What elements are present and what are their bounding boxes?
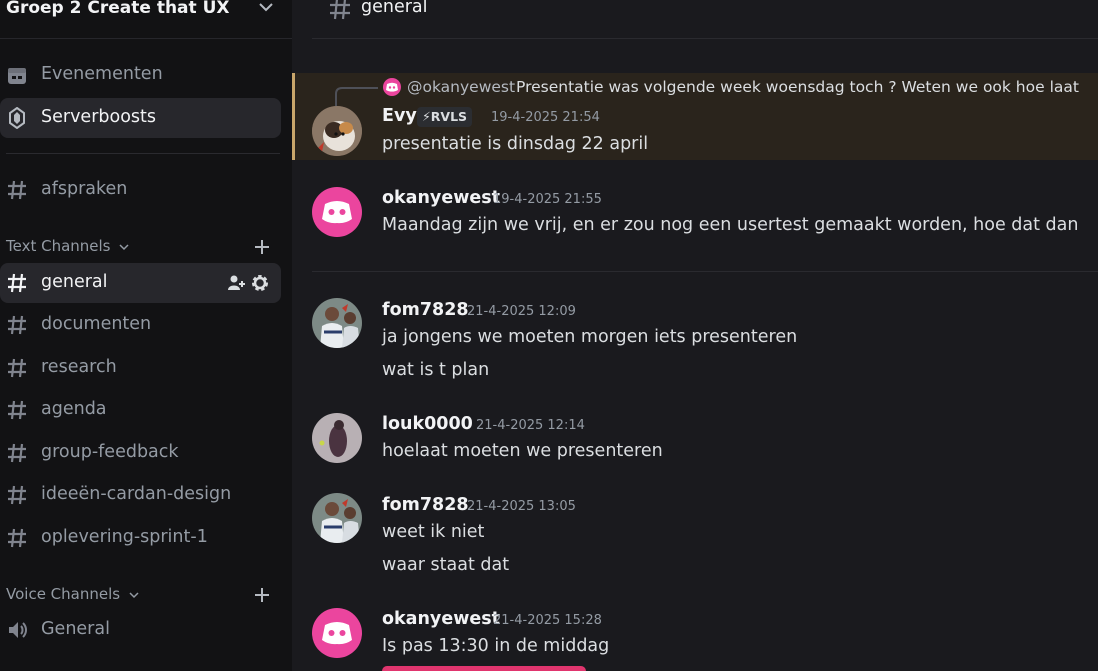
- add-channel-icon[interactable]: [252, 585, 272, 605]
- channel-name: General: [41, 619, 110, 639]
- channel-name: general: [41, 272, 108, 292]
- reply-connector: [335, 87, 378, 106]
- date-divider: [312, 271, 1098, 272]
- sidebar-item-label: Serverboosts: [41, 107, 157, 127]
- cat-avatar-icon: [312, 106, 362, 156]
- invite-user-icon[interactable]: [226, 273, 246, 293]
- channel-agenda[interactable]: agenda: [0, 390, 281, 430]
- message-author[interactable]: Evy: [382, 106, 417, 126]
- photo-avatar-icon: [312, 413, 362, 463]
- message-timestamp: 21-4-2025 13:05: [467, 499, 576, 514]
- channel-sidebar: Groep 2 Create that UX Evenementen Serve…: [0, 0, 292, 671]
- avatar[interactable]: [312, 493, 362, 543]
- hash-icon: [8, 400, 26, 420]
- channel-name: oplevering-sprint-1: [41, 527, 208, 547]
- message-timestamp: 21-4-2025 12:09: [467, 304, 576, 319]
- category-label: Voice Channels: [6, 585, 121, 603]
- avatar[interactable]: [312, 608, 362, 658]
- avatar[interactable]: [312, 187, 362, 237]
- sidebar-divider: [6, 153, 280, 154]
- hash-icon: [8, 180, 26, 200]
- sidebar-item-label: Evenementen: [41, 64, 163, 84]
- discord-logo-icon: [322, 201, 352, 224]
- gear-icon[interactable]: [250, 273, 270, 293]
- server-header[interactable]: Groep 2 Create that UX: [6, 0, 286, 22]
- calendar-icon: [8, 68, 26, 84]
- boost-gem-icon: [9, 107, 25, 129]
- message-timestamp: 19-4-2025 21:54: [491, 110, 600, 125]
- category-label: Text Channels: [6, 237, 111, 255]
- player-avatar-icon: [312, 493, 362, 543]
- role-tag[interactable]: ⚡RVLS: [417, 107, 473, 127]
- discord-logo-icon: [386, 82, 398, 92]
- chevron-down-icon: [119, 244, 129, 251]
- hash-icon: [8, 358, 26, 378]
- channel-name: ideeën-cardan-design: [41, 484, 232, 504]
- chevron-down-icon: [259, 3, 273, 12]
- message-timestamp: 19-4-2025 21:55: [493, 192, 602, 207]
- category-voice-channels[interactable]: Voice Channels: [6, 585, 282, 607]
- channel-research[interactable]: research: [0, 348, 281, 388]
- discord-logo-icon: [322, 622, 352, 645]
- channel-actions: [226, 273, 272, 293]
- player-avatar-icon: [312, 298, 362, 348]
- avatar[interactable]: [312, 413, 362, 463]
- channel-documenten[interactable]: documenten: [0, 305, 281, 345]
- message-text: wat is t plan: [382, 360, 490, 380]
- message-text: weet ik niet: [382, 522, 485, 542]
- hash-icon: [8, 273, 26, 293]
- channel-name: afspraken: [41, 179, 128, 199]
- avatar[interactable]: [312, 298, 362, 348]
- channel-title: general: [361, 0, 428, 17]
- message-text: Is pas 13:30 in de middag: [382, 636, 610, 656]
- header-divider: [0, 38, 292, 39]
- hash-icon: [8, 443, 26, 463]
- reply-avatar[interactable]: [383, 78, 401, 96]
- voice-channel-general[interactable]: General: [0, 610, 281, 650]
- message-text: waar staat dat: [382, 555, 510, 575]
- message-timestamp: 21-4-2025 12:14: [476, 418, 585, 433]
- message-text: hoelaat moeten we presenteren: [382, 441, 663, 461]
- chat-area: general @okanyewest Presentatie was volg…: [292, 0, 1098, 671]
- role-tag-label: RVLS: [430, 109, 468, 124]
- speaker-icon: [9, 622, 27, 638]
- message-text: ja jongens we moeten morgen iets present…: [382, 327, 798, 347]
- message-author[interactable]: fom7828: [382, 300, 469, 320]
- hash-icon: [330, 0, 350, 20]
- channel-general[interactable]: general: [0, 263, 281, 303]
- sidebar-item-events[interactable]: Evenementen: [0, 55, 281, 95]
- channel-name: documenten: [41, 314, 152, 334]
- channel-afspraken[interactable]: afspraken: [0, 170, 281, 210]
- message-timestamp: 21-4-2025 15:28: [493, 613, 602, 628]
- hash-icon: [8, 485, 26, 505]
- channel-oplevering-sprint-1[interactable]: oplevering-sprint-1: [0, 518, 281, 558]
- message-text: presentatie is dinsdag 22 april: [382, 134, 649, 154]
- hash-icon: [8, 315, 26, 335]
- sidebar-item-serverboosts[interactable]: Serverboosts: [0, 98, 281, 138]
- hash-icon: [8, 528, 26, 548]
- channel-group-feedback[interactable]: group-feedback: [0, 433, 281, 473]
- reply-preview[interactable]: Presentatie was volgende week woensdag t…: [516, 78, 1079, 96]
- chevron-down-icon: [129, 592, 139, 599]
- message-author[interactable]: okanyewest: [382, 188, 500, 208]
- avatar[interactable]: [312, 106, 362, 156]
- channel-name: group-feedback: [41, 442, 179, 462]
- category-text-channels[interactable]: Text Channels: [6, 237, 282, 259]
- server-name: Groep 2 Create that UX: [6, 0, 230, 18]
- channel-name: agenda: [41, 399, 107, 419]
- reply-author[interactable]: @okanyewest: [407, 78, 515, 96]
- header-divider: [312, 38, 1098, 39]
- message-author[interactable]: okanyewest: [382, 609, 500, 629]
- channel-name: research: [41, 357, 117, 377]
- embed-preview[interactable]: [382, 666, 586, 671]
- message-author[interactable]: fom7828: [382, 495, 469, 515]
- message-text: Maandag zijn we vrij, en er zou nog een …: [382, 215, 1079, 235]
- channel-ideeen-cardan-design[interactable]: ideeën-cardan-design: [0, 475, 281, 515]
- add-channel-icon[interactable]: [252, 237, 272, 257]
- message-author[interactable]: louk0000: [382, 414, 473, 434]
